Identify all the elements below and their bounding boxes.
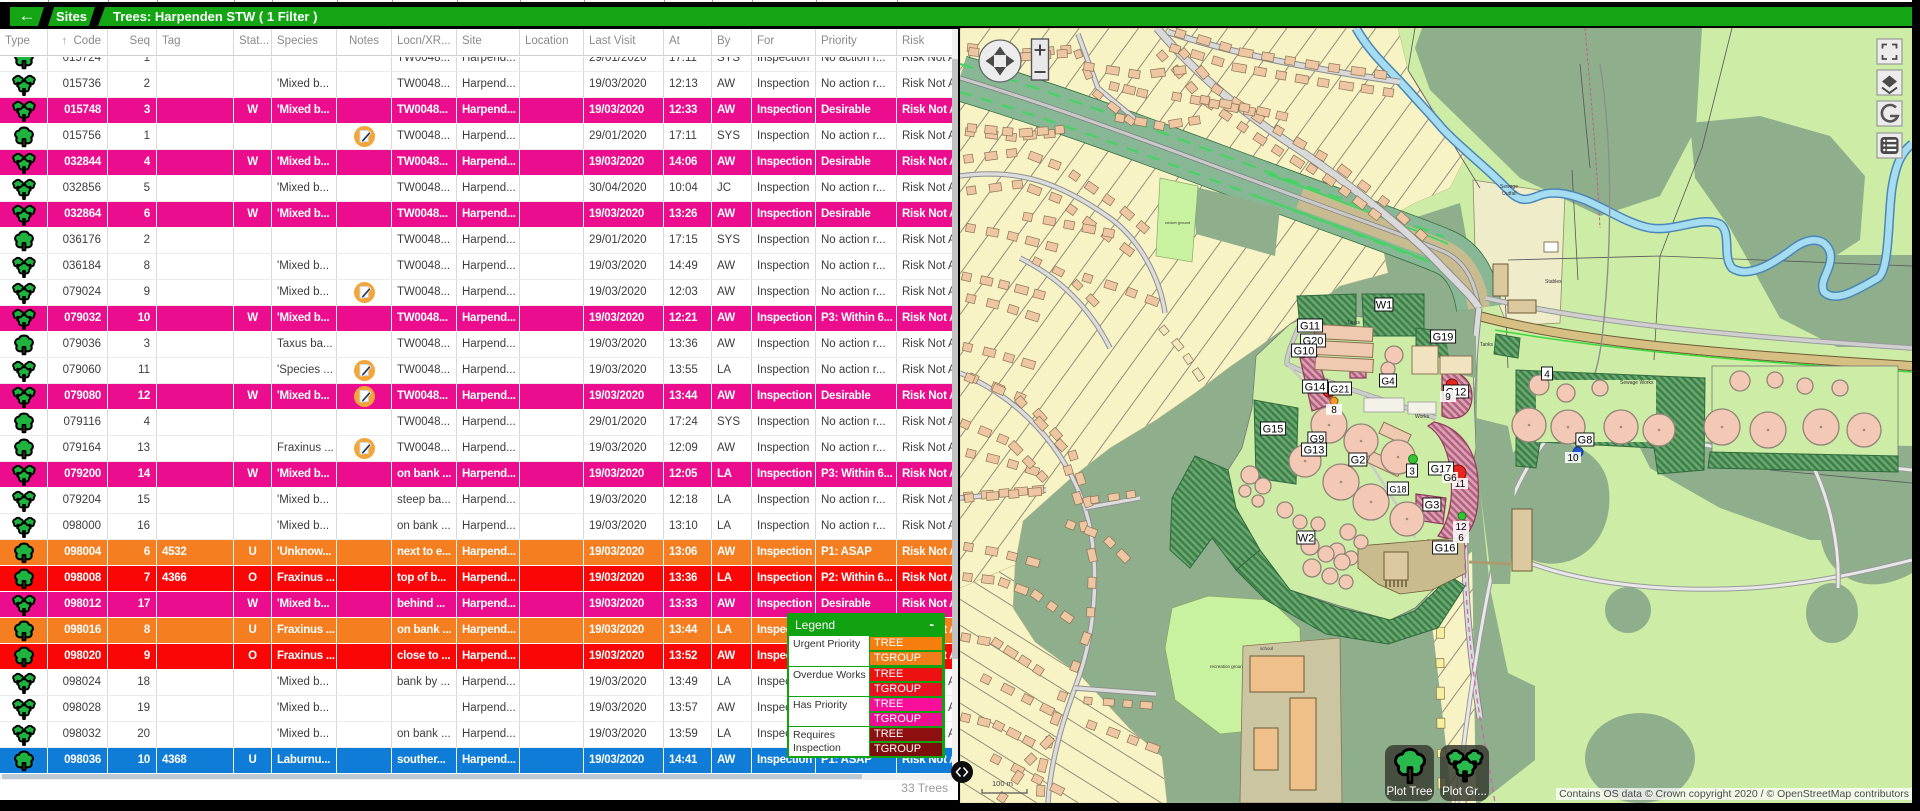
svg-text:10: 10 [1567,453,1579,464]
svg-text:Stables: Stables [1545,279,1562,285]
svg-text:G21: G21 [1331,385,1350,396]
svg-text:Outfall: Outfall [1502,191,1516,197]
svg-text:school: school [1260,646,1273,651]
svg-text:W2: W2 [1298,533,1315,545]
svg-text:G2: G2 [1351,455,1366,467]
svg-text:8: 8 [1331,405,1337,416]
svg-text:4: 4 [1544,370,1550,381]
svg-text:G18: G18 [1389,485,1406,495]
svg-text:cricket ground: cricket ground [1165,220,1190,225]
svg-text:100 m: 100 m [992,779,1013,788]
svg-text:Sewage Works: Sewage Works [1620,380,1654,386]
svg-text:G16: G16 [1435,543,1456,555]
svg-text:G14: G14 [1305,382,1326,394]
svg-text:G6: G6 [1443,473,1457,484]
svg-text:9: 9 [1445,392,1451,403]
svg-text:Tanks: Tanks [1347,320,1361,326]
svg-text:3: 3 [1409,467,1415,478]
svg-text:G13: G13 [1304,445,1325,457]
svg-text:G3: G3 [1425,500,1440,512]
svg-text:Sewage: Sewage [1500,184,1518,190]
svg-text:G15: G15 [1263,424,1284,436]
svg-text:G11: G11 [1300,321,1320,333]
svg-text:G4: G4 [1381,377,1395,388]
svg-text:Tanks: Tanks [1480,342,1494,348]
svg-text:6: 6 [1458,533,1464,544]
svg-text:Works: Works [1415,414,1430,420]
svg-text:G8: G8 [1578,435,1593,447]
svg-text:G10: G10 [1294,346,1315,358]
svg-text:recreation ground: recreation ground [1210,664,1246,669]
svg-text:G19: G19 [1433,332,1454,344]
svg-text:12: 12 [1455,522,1467,533]
svg-text:W1: W1 [1376,300,1393,312]
